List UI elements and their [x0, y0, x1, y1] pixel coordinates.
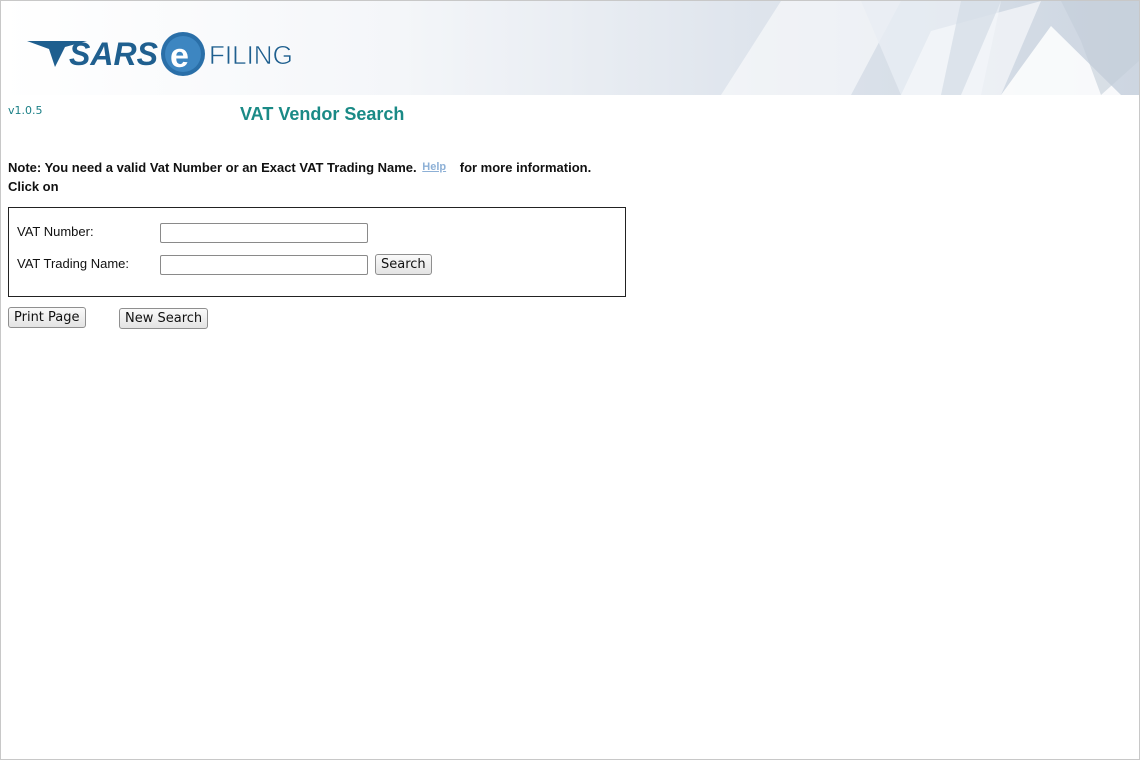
note-message: Note: You need a valid Vat Number or an … [8, 160, 417, 175]
search-form: VAT Number: VAT Trading Name: Search [8, 207, 626, 297]
version-label: v1.0.5 [8, 104, 43, 117]
vat-number-label: VAT Number: [17, 224, 94, 239]
trading-name-input[interactable] [160, 255, 368, 275]
svg-text:FILING: FILING [209, 40, 293, 70]
svg-text:e: e [170, 37, 189, 75]
note-text: Note: You need a valid Vat Number or an … [8, 159, 648, 195]
svg-text:SARS: SARS [69, 36, 159, 72]
note-click-on: Click on [8, 179, 59, 194]
note-suffix: for more information. [459, 160, 592, 175]
help-link[interactable]: Help [422, 161, 446, 173]
search-button[interactable]: Search [375, 254, 432, 275]
print-page-button[interactable]: Print Page [8, 307, 86, 328]
trading-name-label: VAT Trading Name: [17, 256, 129, 271]
new-search-button[interactable]: New Search [119, 308, 209, 329]
header-banner: SARS e FILING [1, 1, 1139, 95]
vat-number-input[interactable] [160, 223, 368, 243]
page-frame [0, 0, 1140, 760]
sars-efiling-logo: SARS e FILING [25, 27, 315, 81]
page-title: VAT Vendor Search [240, 104, 405, 124]
